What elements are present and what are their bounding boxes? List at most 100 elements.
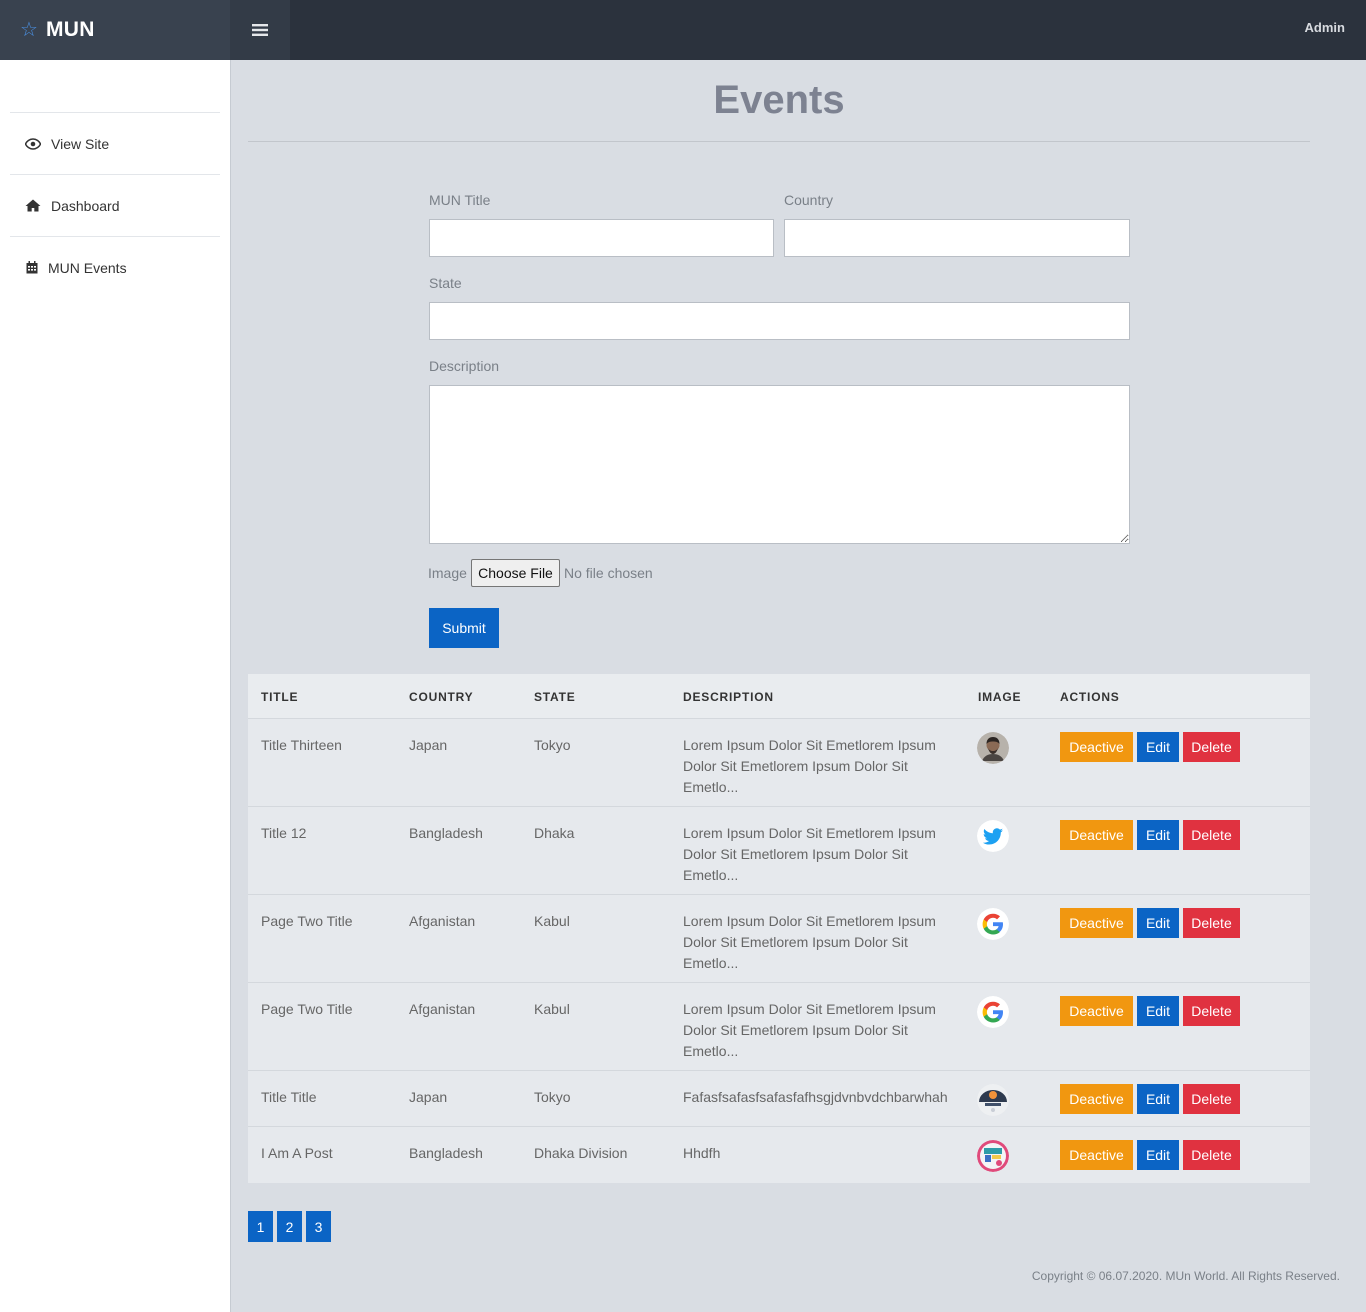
description-textarea[interactable] [429,385,1130,544]
column-header-actions: ACTIONS [1060,690,1120,704]
delete-button[interactable]: Delete [1183,1084,1240,1114]
row-actions: Deactive Edit Delete [1060,732,1240,762]
google-logo-image [977,908,1009,940]
cell-description: Lorem Ipsum Dolor Sit Emetlorem Ipsum Do… [683,825,936,883]
column-header-country: COUNTRY [409,690,474,704]
brand-name: MUN [45,18,95,41]
deactive-button[interactable]: Deactive [1060,908,1133,938]
column-header-title: TITLE [261,690,299,704]
title-divider [248,141,1310,142]
deactive-button[interactable]: Deactive [1060,1140,1133,1170]
description-label: Description [429,358,500,374]
cell-country: Japan [409,1089,448,1105]
edit-button[interactable]: Edit [1137,732,1179,762]
deactive-button[interactable]: Deactive [1060,820,1133,850]
cell-title: Title Title [261,1089,317,1105]
cell-country: Afganistan [409,1001,476,1017]
page-1-button[interactable]: 1 [248,1211,273,1242]
row-actions: Deactive Edit Delete [1060,1084,1240,1114]
twitter-logo-image [977,820,1009,852]
edit-button[interactable]: Edit [1137,1084,1179,1114]
table-row: Page Two Title Afganistan Kabul Lorem Ip… [248,983,1310,1071]
row-actions: Deactive Edit Delete [1060,1140,1240,1170]
home-icon [25,198,41,214]
events-table: TITLE COUNTRY STATE DESCRIPTION IMAGE AC… [248,674,1310,1183]
table-row: Title Title Japan Tokyo Fafasfsafasfsafa… [248,1071,1310,1127]
cell-title: Title Thirteen [261,737,342,753]
cell-description: Fafasfsafasfsafasfafhsgjdvnbvdchbarwhah [683,1089,948,1105]
star-icon: ☆ [20,19,38,41]
row-actions: Deactive Edit Delete [1060,820,1240,850]
column-header-description: DESCRIPTION [683,690,774,704]
deactive-button[interactable]: Deactive [1060,996,1133,1026]
cell-state: Tokyo [534,737,571,753]
cell-country: Afganistan [409,913,476,929]
admin-user-menu[interactable]: Admin [1305,20,1345,35]
eye-icon [25,136,41,152]
delete-button[interactable]: Delete [1183,1140,1240,1170]
cell-country: Bangladesh [409,825,483,841]
column-header-state: STATE [534,690,576,704]
cell-country: Japan [409,737,448,753]
cell-state: Kabul [534,913,570,929]
menu-toggle-button[interactable] [230,0,290,60]
google-logo-image [977,996,1009,1028]
cell-description: Hhdfh [683,1145,721,1161]
sidebar-item-label: Dashboard [51,197,120,214]
cell-state: Tokyo [534,1089,571,1105]
sidebar-item-label: MUN Events [48,259,127,276]
cell-title: Page Two Title [261,913,353,929]
sidebar-item-dashboard[interactable]: Dashboard [10,174,220,236]
cell-description: Lorem Ipsum Dolor Sit Emetlorem Ipsum Do… [683,1001,936,1059]
submit-button[interactable]: Submit [429,608,499,648]
cell-title: Page Two Title [261,1001,353,1017]
choose-file-button[interactable]: Choose File [471,559,560,587]
delete-button[interactable]: Delete [1183,996,1240,1026]
mun-title-label: MUN Title [429,192,491,208]
bars-icon [252,24,268,36]
image-label: Image [428,565,467,581]
sidebar-item-label: View Site [51,135,110,152]
state-label: State [429,275,462,291]
person-avatar-image [977,732,1009,764]
deactive-button[interactable]: Deactive [1060,732,1133,762]
cell-title: I Am A Post [261,1145,333,1161]
table-header: TITLE COUNTRY STATE DESCRIPTION IMAGE AC… [248,674,1310,719]
delete-button[interactable]: Delete [1183,732,1240,762]
sidebar-item-view-site[interactable]: View Site [10,112,220,174]
cell-state: Dhaka Division [534,1145,628,1161]
edit-button[interactable]: Edit [1137,1140,1179,1170]
delete-button[interactable]: Delete [1183,908,1240,938]
cell-state: Kabul [534,1001,570,1017]
table-row: Title 12 Bangladesh Dhaka Lorem Ipsum Do… [248,807,1310,895]
calendar-icon [25,260,38,276]
file-status-text: No file chosen [564,565,653,581]
deactive-button[interactable]: Deactive [1060,1084,1133,1114]
page-3-button[interactable]: 3 [306,1211,331,1242]
cell-country: Bangladesh [409,1145,483,1161]
state-input[interactable] [429,302,1130,340]
cell-description: Lorem Ipsum Dolor Sit Emetlorem Ipsum Do… [683,913,936,971]
table-row: I Am A Post Bangladesh Dhaka Division Hh… [248,1127,1310,1183]
table-row: Page Two Title Afganistan Kabul Lorem Ip… [248,895,1310,983]
row-actions: Deactive Edit Delete [1060,908,1240,938]
table-row: Title Thirteen Japan Tokyo Lorem Ipsum D… [248,719,1310,807]
brand[interactable]: ☆ MUN [0,0,230,60]
country-input[interactable] [784,219,1130,257]
country-label: Country [784,192,834,208]
dark-illustration-image [977,1084,1009,1116]
copyright-text: Copyright © 06.07.2020. MUn World. All R… [1031,1269,1340,1283]
sidebar: View Site Dashboard MUN Events [0,60,231,1312]
edit-button[interactable]: Edit [1137,908,1179,938]
sidebar-item-mun-events[interactable]: MUN Events [10,236,220,298]
delete-button[interactable]: Delete [1183,820,1240,850]
column-header-image: IMAGE [978,690,1022,704]
page-title: Events [713,78,845,122]
edit-button[interactable]: Edit [1137,820,1179,850]
mun-title-input[interactable] [429,219,774,257]
cell-state: Dhaka [534,825,575,841]
edit-button[interactable]: Edit [1137,996,1179,1026]
top-navbar: ☆ MUN Admin [0,0,1366,60]
page-2-button[interactable]: 2 [277,1211,302,1242]
colorful-illustration-image [977,1140,1009,1172]
